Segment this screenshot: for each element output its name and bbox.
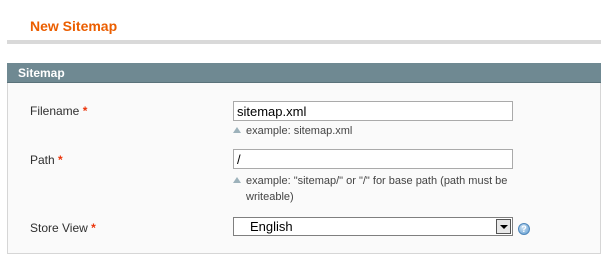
path-note-line2: writeable) <box>246 191 294 203</box>
fieldset-title: Sitemap <box>18 66 65 80</box>
filename-note-text: example: sitemap.xml <box>246 125 353 137</box>
path-note-line1: example: "sitemap/" or "/" for base path… <box>246 175 508 187</box>
store-view-selected-value: English <box>250 219 293 234</box>
filename-note: example: sitemap.xml <box>233 123 523 139</box>
path-label: Path * <box>30 153 63 167</box>
required-marker: * <box>58 153 63 167</box>
page-title: New Sitemap <box>30 18 118 34</box>
path-input[interactable] <box>233 149 513 169</box>
path-note: example: "sitemap/" or "/" for base path… <box>233 173 523 205</box>
help-icon[interactable]: ? <box>518 223 530 235</box>
path-label-text: Path <box>30 153 55 167</box>
store-view-label-text: Store View <box>30 221 88 235</box>
required-marker: * <box>82 104 88 118</box>
required-marker: * <box>91 221 96 235</box>
triangle-up-icon <box>233 127 241 133</box>
title-divider <box>7 40 601 44</box>
filename-label: Filename * <box>30 104 87 118</box>
store-view-select[interactable]: English <box>233 217 513 236</box>
triangle-up-icon <box>233 177 241 183</box>
filename-label-text: Filename <box>30 104 80 118</box>
chevron-down-icon[interactable] <box>496 219 511 234</box>
store-view-label: Store View * <box>30 221 96 235</box>
fieldset-header: Sitemap <box>7 63 601 83</box>
filename-input[interactable] <box>233 101 513 121</box>
